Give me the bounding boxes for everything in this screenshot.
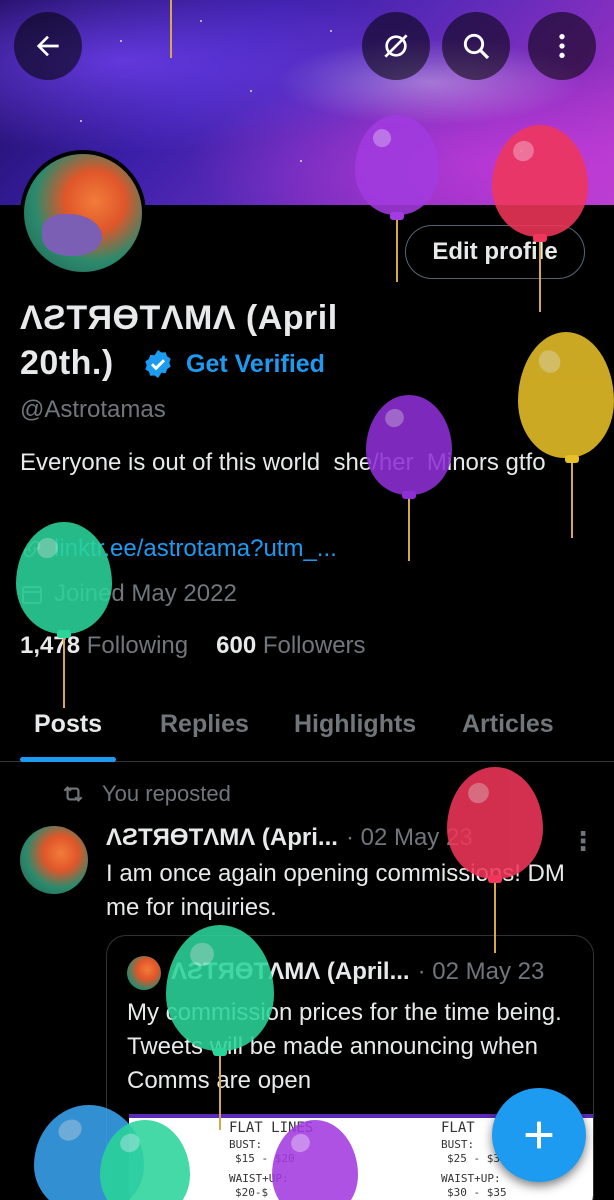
balloon-green-2 <box>166 925 274 1051</box>
arrow-left-icon <box>36 35 59 57</box>
quote-author-avatar <box>127 956 161 990</box>
balloon-purple-2 <box>366 395 452 495</box>
media-waist-price-2: $30 - $35 <box>447 1186 507 1199</box>
repost-indicator: You reposted <box>60 781 231 807</box>
repost-icon <box>63 785 83 803</box>
grok-button[interactable] <box>362 12 430 80</box>
quote-date: · 02 May 23 <box>417 958 545 985</box>
tab-highlights[interactable]: Highlights <box>294 710 416 739</box>
followers-label: Followers <box>262 632 366 659</box>
balloon-green <box>16 522 112 634</box>
repost-label: You reposted <box>102 781 231 806</box>
verified-badge-icon <box>145 350 171 378</box>
media-bust-1: BUST: <box>229 1138 263 1151</box>
tab-replies[interactable]: Replies <box>160 710 249 739</box>
media-waist-2: WAIST+UP: <box>441 1172 501 1185</box>
following-count: 1,478 <box>20 632 81 659</box>
post-header: ΛƧTЯӨTΛMΛ (Apri... · 02 May 23 <box>106 824 473 852</box>
post-author-name[interactable]: ΛƧTЯӨTΛMΛ (Apri... <box>106 824 338 852</box>
balloon-yellow <box>518 332 614 458</box>
media-title-2: FLAT <box>441 1120 475 1136</box>
active-tab-indicator <box>20 757 116 762</box>
tab-posts[interactable]: Posts <box>34 710 102 739</box>
followers-link[interactable]: 600 Followers <box>216 632 365 660</box>
balloon-red-2 <box>447 767 543 879</box>
media-waist-price-1: $20-$ <box>235 1186 269 1199</box>
following-link[interactable]: 1,478 Following <box>20 632 188 660</box>
plus-icon <box>525 1121 553 1149</box>
balloon-red <box>492 125 588 237</box>
compose-button[interactable] <box>492 1088 586 1182</box>
post-more-icon[interactable]: ⋮ <box>570 826 596 857</box>
media-bust-2: BUST: <box>441 1138 475 1151</box>
get-verified-label: Get Verified <box>186 349 325 378</box>
profile-avatar[interactable] <box>20 150 146 276</box>
back-button[interactable] <box>14 12 82 80</box>
search-icon <box>463 33 490 60</box>
grok-icon <box>384 34 408 58</box>
profile-tabs: Posts Replies Highlights Articles <box>0 700 614 762</box>
get-verified-link[interactable]: Get Verified <box>142 348 325 380</box>
balloon-purple <box>355 115 439 215</box>
post-author-avatar[interactable] <box>20 826 88 894</box>
follow-stats: 1,478 Following 600 Followers <box>20 632 366 660</box>
more-button[interactable] <box>528 12 596 80</box>
more-vertical-icon <box>559 34 565 58</box>
handle: @Astrotamas <box>20 396 166 423</box>
bio: Everyone is out of this world she/her Mi… <box>20 449 546 476</box>
following-label: Following <box>86 632 189 659</box>
tab-articles[interactable]: Articles <box>462 710 554 739</box>
search-button[interactable] <box>442 12 510 80</box>
followers-count: 600 <box>216 632 257 659</box>
